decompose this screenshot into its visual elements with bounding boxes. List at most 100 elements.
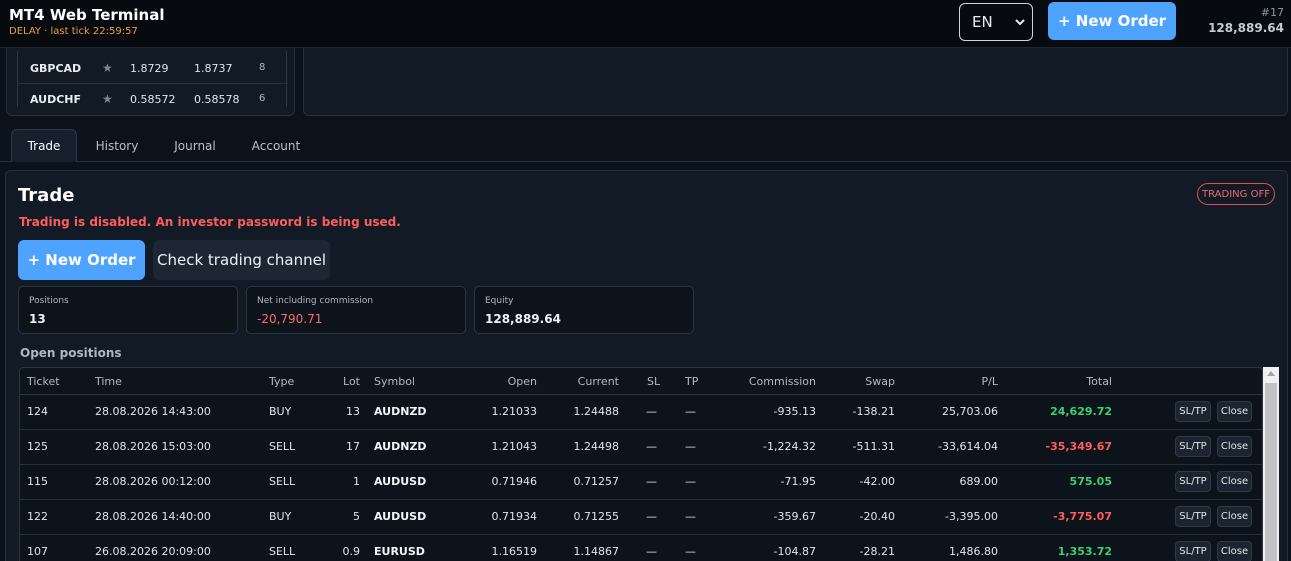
cell-current: 1.24488 <box>573 405 620 418</box>
cell-swap: -138.21 <box>852 405 895 418</box>
cell-swap: -511.31 <box>852 440 895 453</box>
table-row[interactable]: 107 26.08.2026 20:09:00 SELL 0.9 EURUSD … <box>20 535 1262 561</box>
cell-open: 1.21033 <box>491 405 538 418</box>
cell-type: SELL <box>269 475 296 488</box>
cell-time: 28.08.2026 00:12:00 <box>95 475 211 488</box>
language-select[interactable]: EN <box>959 3 1033 41</box>
cell-lot: 1 <box>353 475 360 488</box>
tab-bar: Trade History Journal Account <box>0 129 1291 162</box>
tab-trade[interactable]: Trade <box>11 129 77 162</box>
cell-commission: -71.95 <box>780 475 816 488</box>
stat-value: 13 <box>29 312 46 326</box>
cell-lot: 0.9 <box>342 545 361 558</box>
cell-open: 0.71934 <box>491 510 538 523</box>
chart-panel <box>303 36 1288 116</box>
cell-symbol: AUDUSD <box>374 475 427 488</box>
table-row[interactable]: 115 28.08.2026 00:12:00 SELL 1 AUDUSD 0.… <box>20 465 1262 500</box>
star-icon[interactable]: ★ <box>102 92 113 106</box>
cell-tp: — <box>685 440 696 453</box>
quote-row[interactable]: AUDCHF ★ 0.58572 0.58578 6 <box>18 83 288 114</box>
cell-ticket: 122 <box>27 510 48 523</box>
quotes-panel: GBPCAD ★ 1.8729 1.8737 8 AUDCHF ★ 0.5857… <box>6 36 295 116</box>
scrollbar-thumb[interactable] <box>1265 383 1277 561</box>
star-icon[interactable]: ★ <box>102 61 113 75</box>
tab-account[interactable]: Account <box>244 129 308 162</box>
app-header: MT4 Web Terminal DELAY · last tick 22:59… <box>0 0 1291 48</box>
scroll-up-icon[interactable] <box>1267 371 1275 376</box>
quote-row[interactable]: GBPCAD ★ 1.8729 1.8737 8 <box>18 52 288 83</box>
quote-bid: 0.58572 <box>130 93 176 106</box>
close-position-button[interactable]: Close <box>1217 541 1252 561</box>
trade-title: Trade <box>18 185 75 206</box>
cell-current: 0.71255 <box>573 510 620 523</box>
column-header[interactable]: Total <box>1020 375 1112 388</box>
cell-symbol: AUDUSD <box>374 510 427 523</box>
cell-time: 28.08.2026 14:40:00 <box>95 510 211 523</box>
cell-total: 24,629.72 <box>1050 405 1112 418</box>
stat-card-positions: Positions 13 <box>18 286 238 334</box>
close-position-button[interactable]: Close <box>1217 436 1252 457</box>
cell-total: 575.05 <box>1069 475 1112 488</box>
account-balance: 128,889.64 <box>1208 21 1284 35</box>
table-scrollbar[interactable] <box>1263 367 1279 561</box>
sl-tp-button[interactable]: SL/TP <box>1175 401 1211 422</box>
check-trading-channel-button[interactable]: Check trading channel <box>153 240 330 280</box>
column-header[interactable]: TP <box>685 375 698 388</box>
quote-ask: 0.58578 <box>194 93 240 106</box>
column-header[interactable]: Symbol <box>374 375 415 388</box>
column-header[interactable]: Commission <box>730 375 816 388</box>
cell-total: -3,775.07 <box>1053 510 1112 523</box>
column-header[interactable]: Ticket <box>27 375 60 388</box>
cell-tp: — <box>685 510 696 523</box>
cell-time: 28.08.2026 14:43:00 <box>95 405 211 418</box>
cell-pl: -33,614.04 <box>938 440 998 453</box>
stat-label: Equity <box>485 296 514 306</box>
table-row[interactable]: 124 28.08.2026 14:43:00 BUY 13 AUDNZD 1.… <box>20 395 1262 430</box>
cell-current: 1.24498 <box>573 440 620 453</box>
quote-ask: 1.8737 <box>194 62 233 75</box>
new-order-button[interactable]: + New Order <box>18 240 145 280</box>
column-header[interactable]: Type <box>269 375 294 388</box>
close-position-button[interactable]: Close <box>1217 401 1252 422</box>
cell-type: SELL <box>269 440 296 453</box>
table-row[interactable]: 122 28.08.2026 14:40:00 BUY 5 AUDUSD 0.7… <box>20 500 1262 535</box>
close-position-button[interactable]: Close <box>1217 471 1252 492</box>
column-header[interactable]: SL <box>647 375 660 388</box>
header-new-order-button[interactable]: + New Order <box>1048 2 1176 40</box>
tab-history[interactable]: History <box>85 129 149 162</box>
sl-tp-button[interactable]: SL/TP <box>1175 436 1211 457</box>
cell-pl: 689.00 <box>959 475 999 488</box>
cell-open: 0.71946 <box>491 475 538 488</box>
close-position-button[interactable]: Close <box>1217 506 1252 527</box>
quotes-list: GBPCAD ★ 1.8729 1.8737 8 AUDCHF ★ 0.5857… <box>17 51 288 107</box>
cell-commission: -935.13 <box>773 405 816 418</box>
column-header[interactable]: Lot <box>320 375 360 388</box>
cell-current: 1.14867 <box>573 545 620 558</box>
cell-swap: -42.00 <box>859 475 895 488</box>
column-header[interactable]: Open <box>480 375 537 388</box>
quote-bid: 1.8729 <box>130 62 169 75</box>
cell-commission: -104.87 <box>773 545 816 558</box>
chevron-down-icon <box>1015 19 1025 26</box>
cell-sl: — <box>646 475 657 488</box>
cell-type: SELL <box>269 545 296 558</box>
cell-total: -35,349.67 <box>1045 440 1113 453</box>
column-header[interactable]: P/L <box>920 375 998 388</box>
sl-tp-button[interactable]: SL/TP <box>1175 506 1211 527</box>
trade-panel: Trade TRADING OFF Trading is disabled. A… <box>5 170 1288 561</box>
cell-pl: 1,486.80 <box>949 545 998 558</box>
trading-disabled-warning: Trading is disabled. An investor passwor… <box>19 215 401 229</box>
table-row[interactable]: 125 28.08.2026 15:03:00 SELL 17 AUDNZD 1… <box>20 430 1262 465</box>
trading-status-badge: TRADING OFF <box>1197 183 1275 205</box>
column-header[interactable]: Current <box>560 375 619 388</box>
column-header[interactable]: Swap <box>830 375 895 388</box>
sl-tp-button[interactable]: SL/TP <box>1175 541 1211 561</box>
cell-lot: 13 <box>346 405 360 418</box>
sl-tp-button[interactable]: SL/TP <box>1175 471 1211 492</box>
cell-type: BUY <box>269 510 292 523</box>
connection-status: DELAY · last tick 22:59:57 <box>9 26 138 37</box>
cell-sl: — <box>646 440 657 453</box>
tab-journal[interactable]: Journal <box>163 129 227 162</box>
account-id: #17 <box>1260 6 1284 19</box>
column-header[interactable]: Time <box>95 375 122 388</box>
